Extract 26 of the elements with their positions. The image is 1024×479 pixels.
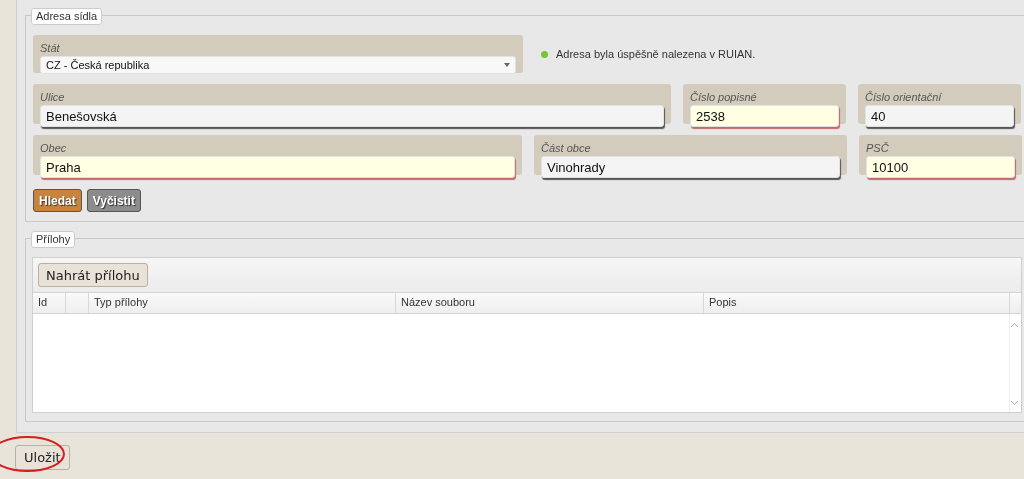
upload-button[interactable]: Nahrát přílohu [38, 263, 148, 287]
text-field[interactable]: 10100 [866, 156, 1015, 178]
field-label: Ulice [40, 91, 65, 104]
status-message: Adresa byla úspěšně nalezena v RUIAN. [556, 48, 756, 60]
text-field[interactable]: Vinohrady [541, 156, 840, 178]
field-label: Část obce [541, 142, 591, 155]
column-header: Id [33, 293, 66, 313]
text-field[interactable]: 2538 [690, 105, 839, 127]
country-select[interactable]: CZ - Česká republika [40, 56, 516, 74]
caret-icon [504, 63, 510, 67]
field-label: PSČ [866, 142, 889, 155]
section-legend: Adresa sídla [31, 8, 103, 25]
section-legend: Přílohy [31, 231, 76, 248]
column-header: Typ přílohy [89, 293, 396, 313]
field-label: Stát [40, 42, 60, 55]
field-label: Číslo popisné [690, 91, 757, 104]
text-field[interactable]: 40 [865, 105, 1014, 127]
save-button[interactable]: Uložit [15, 445, 70, 470]
column-header: Název souboru [396, 293, 704, 313]
text-field[interactable]: Praha [40, 156, 515, 178]
column-header: Popis [704, 293, 1010, 313]
field-label: Číslo orientační [865, 91, 942, 104]
text-field[interactable]: Benešovská [40, 105, 664, 127]
scroll-down-icon[interactable] [1010, 400, 1019, 406]
scroll-up-icon[interactable] [1010, 322, 1019, 328]
field-label: Obec [40, 142, 67, 155]
